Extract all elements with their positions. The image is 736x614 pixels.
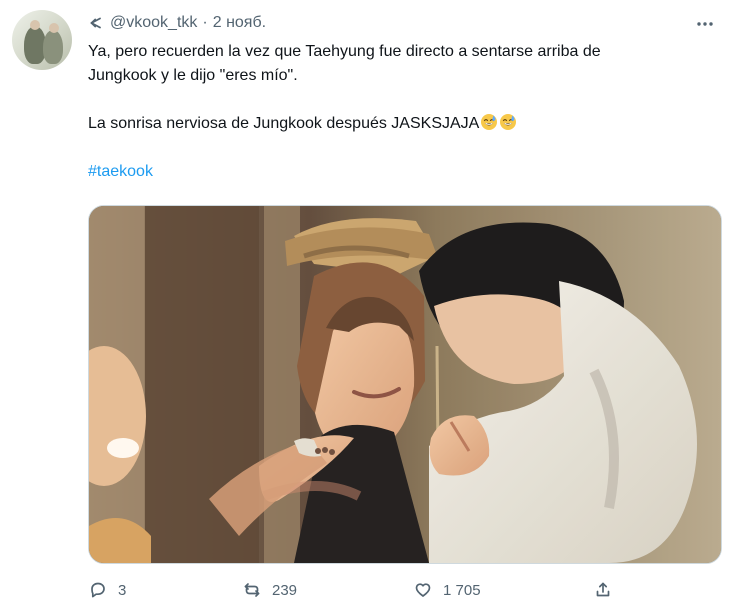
more-horizontal-icon[interactable] bbox=[694, 13, 716, 35]
tweet-text-line-1: Ya, pero recuerden la vez que Taehyung f… bbox=[88, 43, 601, 60]
reply-count: 3 bbox=[118, 581, 127, 599]
share-button[interactable] bbox=[593, 578, 613, 602]
avatar[interactable] bbox=[12, 10, 72, 70]
avatar-head-right bbox=[49, 23, 59, 33]
tweet-date[interactable]: 2 нояб. bbox=[213, 14, 266, 32]
heart-icon bbox=[415, 583, 431, 597]
retweet-arrow-icon bbox=[88, 15, 104, 31]
reply-button[interactable]: 3 bbox=[88, 578, 126, 602]
reply-icon bbox=[91, 582, 105, 598]
avatar-person-right bbox=[43, 30, 63, 64]
separator-dot: · bbox=[202, 14, 208, 31]
retweet-button[interactable]: 239 bbox=[242, 578, 297, 602]
tweet-text-line-3-text: La sonrisa nerviosa de Jungkook después … bbox=[88, 115, 480, 132]
retweet-icon bbox=[244, 583, 260, 597]
avatar-head-left bbox=[30, 20, 40, 30]
like-button[interactable]: 1 705 bbox=[413, 578, 481, 602]
hashtag-link[interactable]: #taekook bbox=[88, 160, 722, 184]
tweet-actions: 3 239 1 705 bbox=[88, 578, 722, 602]
tweet[interactable]: @vkook_tkk · 2 нояб. Ya, pero recuerden … bbox=[0, 0, 736, 614]
grinning-sweat-emoji bbox=[480, 113, 498, 131]
tweet-text-line-2: Jungkook y le dijo "eres mío". bbox=[88, 67, 298, 84]
tweet-text: Ya, pero recuerden la vez que Taehyung f… bbox=[88, 40, 722, 184]
tweet-text-line-3: La sonrisa nerviosa de Jungkook después … bbox=[88, 112, 722, 136]
username[interactable]: @vkook_tkk bbox=[110, 14, 197, 32]
tweet-media-image[interactable] bbox=[88, 205, 722, 564]
retweet-count: 239 bbox=[272, 581, 298, 599]
tweet-header: @vkook_tkk · 2 нояб. bbox=[88, 12, 266, 34]
share-icon bbox=[596, 582, 610, 597]
like-count: 1 705 bbox=[443, 581, 481, 599]
grinning-sweat-emoji bbox=[499, 113, 517, 131]
